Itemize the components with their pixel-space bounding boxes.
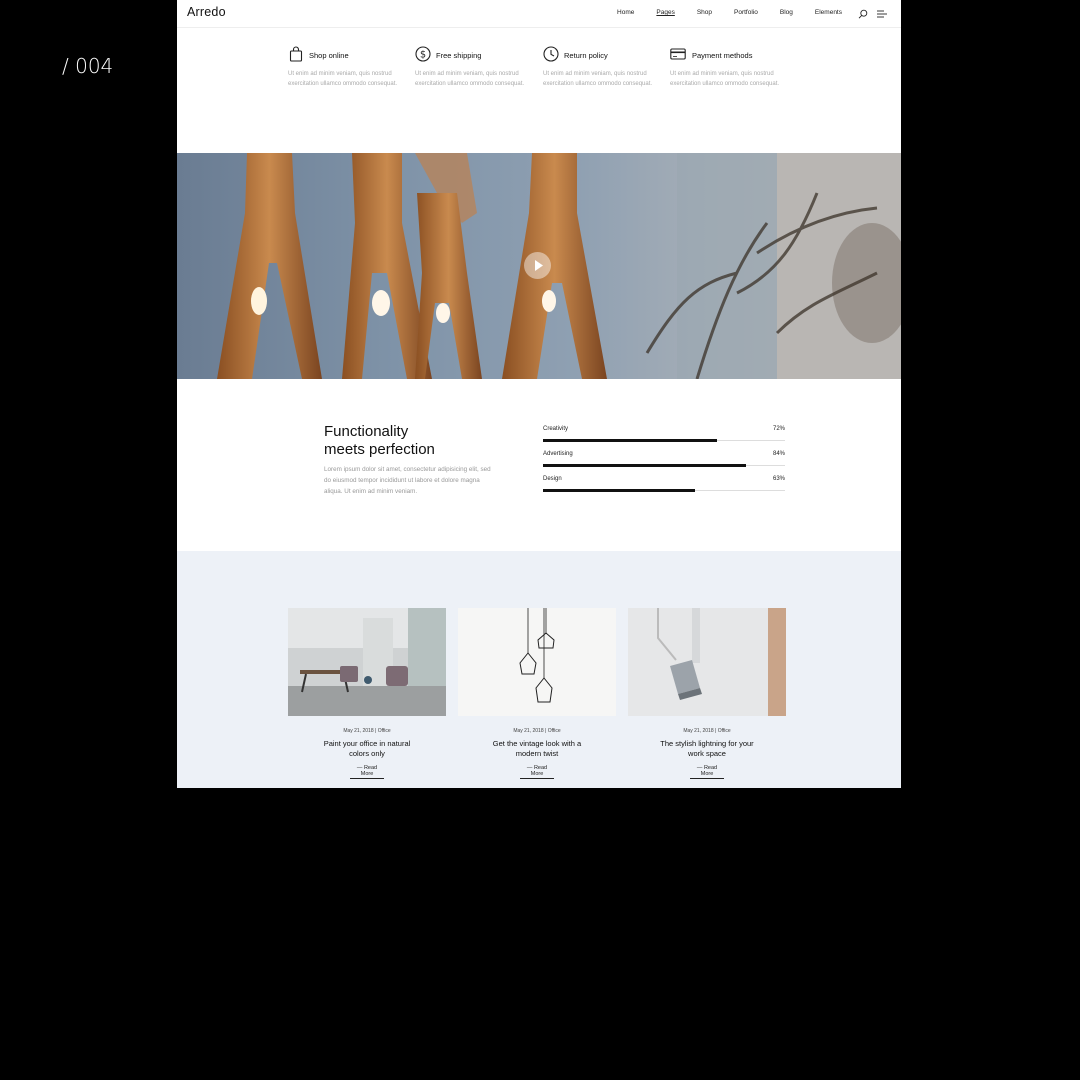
- feature-text: Ut enim ad minim veniam, quis nostrud ex…: [415, 71, 525, 87]
- progress-label: Design: [543, 476, 562, 482]
- post-date: May 21, 2018: [683, 728, 714, 734]
- post-title-line: Paint your office in natural: [323, 739, 411, 748]
- post-date: May 21, 2018: [513, 728, 544, 734]
- section-heading: Functionality meets perfection: [324, 423, 435, 459]
- play-button[interactable]: [524, 252, 551, 279]
- post-meta: May 21, 2018 | Office: [343, 728, 391, 734]
- post-image-spotlight[interactable]: [628, 608, 786, 716]
- svg-text:$: $: [420, 50, 426, 61]
- nav-home[interactable]: Home: [617, 9, 634, 16]
- slide-label: / 004: [62, 54, 114, 78]
- progress-fill: [543, 439, 718, 442]
- read-more-link[interactable]: — Read More: [350, 765, 384, 779]
- shopping-bag-icon: [289, 46, 303, 62]
- post-category[interactable]: Office: [548, 728, 561, 734]
- progress-value: 84%: [772, 451, 785, 457]
- progress-value: 72%: [772, 426, 785, 432]
- post-title[interactable]: The stylish lightning for your work spac…: [628, 739, 786, 759]
- header: Arredo Home Pages Shop Portfolio Blog El…: [177, 0, 901, 28]
- blog-post: May 21, 2018 | Office Get the vintage lo…: [458, 608, 616, 779]
- clock-icon: [543, 46, 559, 62]
- post-date: May 21, 2018: [343, 728, 374, 734]
- read-more-label: Read More: [700, 765, 718, 777]
- feature-title: Return policy: [564, 51, 608, 60]
- post-category[interactable]: Office: [718, 728, 731, 734]
- progress-bars: Creativity 72% Advertising 84% Design 63…: [543, 426, 785, 501]
- nav-portfolio[interactable]: Portfolio: [734, 9, 758, 16]
- section-text: Lorem ipsum dolor sit amet, consectetur …: [324, 466, 491, 495]
- post-image-office[interactable]: [288, 608, 446, 716]
- nav-shop[interactable]: Shop: [697, 9, 712, 16]
- progress-fill: [543, 464, 747, 467]
- credit-card-icon: [670, 48, 686, 60]
- post-meta: May 21, 2018 | Office: [513, 728, 561, 734]
- blog-post: May 21, 2018 | Office Paint your office …: [288, 608, 446, 779]
- blog-post: May 21, 2018 | Office The stylish lightn…: [628, 608, 786, 779]
- post-image-pendant-lamps[interactable]: [458, 608, 616, 716]
- feature-title: Free shipping: [436, 51, 482, 60]
- blog-section: May 21, 2018 | Office Paint your office …: [177, 551, 901, 788]
- post-title-line: work space: [688, 749, 726, 758]
- hero-video[interactable]: [177, 153, 901, 379]
- feature-title: Payment methods: [692, 51, 753, 60]
- heading-line: Functionality: [324, 423, 409, 440]
- menu-icon[interactable]: [877, 10, 887, 18]
- feature-text: Ut enim ad minim veniam, quis nostrud ex…: [670, 71, 780, 87]
- logo[interactable]: Arredo: [187, 5, 226, 19]
- post-title-line: colors only: [349, 749, 385, 758]
- post-title[interactable]: Paint your office in natural colors only: [288, 739, 446, 759]
- website: Arredo Home Pages Shop Portfolio Blog El…: [177, 0, 901, 788]
- progress-bar-advertising: Advertising 84%: [543, 451, 785, 476]
- nav-pages[interactable]: Pages: [656, 9, 674, 16]
- progress-bar-design: Design 63%: [543, 476, 785, 501]
- post-title[interactable]: Get the vintage look with a modern twist: [458, 739, 616, 759]
- progress-label: Advertising: [543, 451, 573, 457]
- post-meta: May 21, 2018 | Office: [683, 728, 731, 734]
- post-title-line: The stylish lightning for your: [660, 739, 754, 748]
- feature-text: Ut enim ad minim veniam, quis nostrud ex…: [288, 71, 398, 87]
- feature-text: Ut enim ad minim veniam, quis nostrud ex…: [543, 71, 653, 87]
- read-more-link[interactable]: — Read More: [690, 765, 724, 779]
- post-title-line: modern twist: [515, 749, 559, 758]
- read-more-label: Read More: [530, 765, 548, 777]
- post-category[interactable]: Office: [378, 728, 391, 734]
- play-icon: [535, 260, 543, 271]
- progress-bar-creativity: Creativity 72%: [543, 426, 785, 451]
- read-more-link[interactable]: — Read More: [520, 765, 554, 779]
- dollar-icon: $: [415, 46, 431, 62]
- search-icon[interactable]: [858, 9, 868, 19]
- main-nav: Home Pages Shop Portfolio Blog Elements: [595, 9, 842, 16]
- nav-elements[interactable]: Elements: [815, 9, 842, 16]
- progress-label: Creativity: [543, 426, 569, 432]
- progress-value: 63%: [772, 476, 785, 482]
- heading-line: meets perfection: [324, 441, 435, 458]
- nav-blog[interactable]: Blog: [780, 9, 793, 16]
- feature-title: Shop online: [309, 51, 349, 60]
- progress-fill: [543, 489, 696, 492]
- read-more-label: Read More: [360, 765, 378, 777]
- post-title-line: Get the vintage look with a: [492, 739, 582, 748]
